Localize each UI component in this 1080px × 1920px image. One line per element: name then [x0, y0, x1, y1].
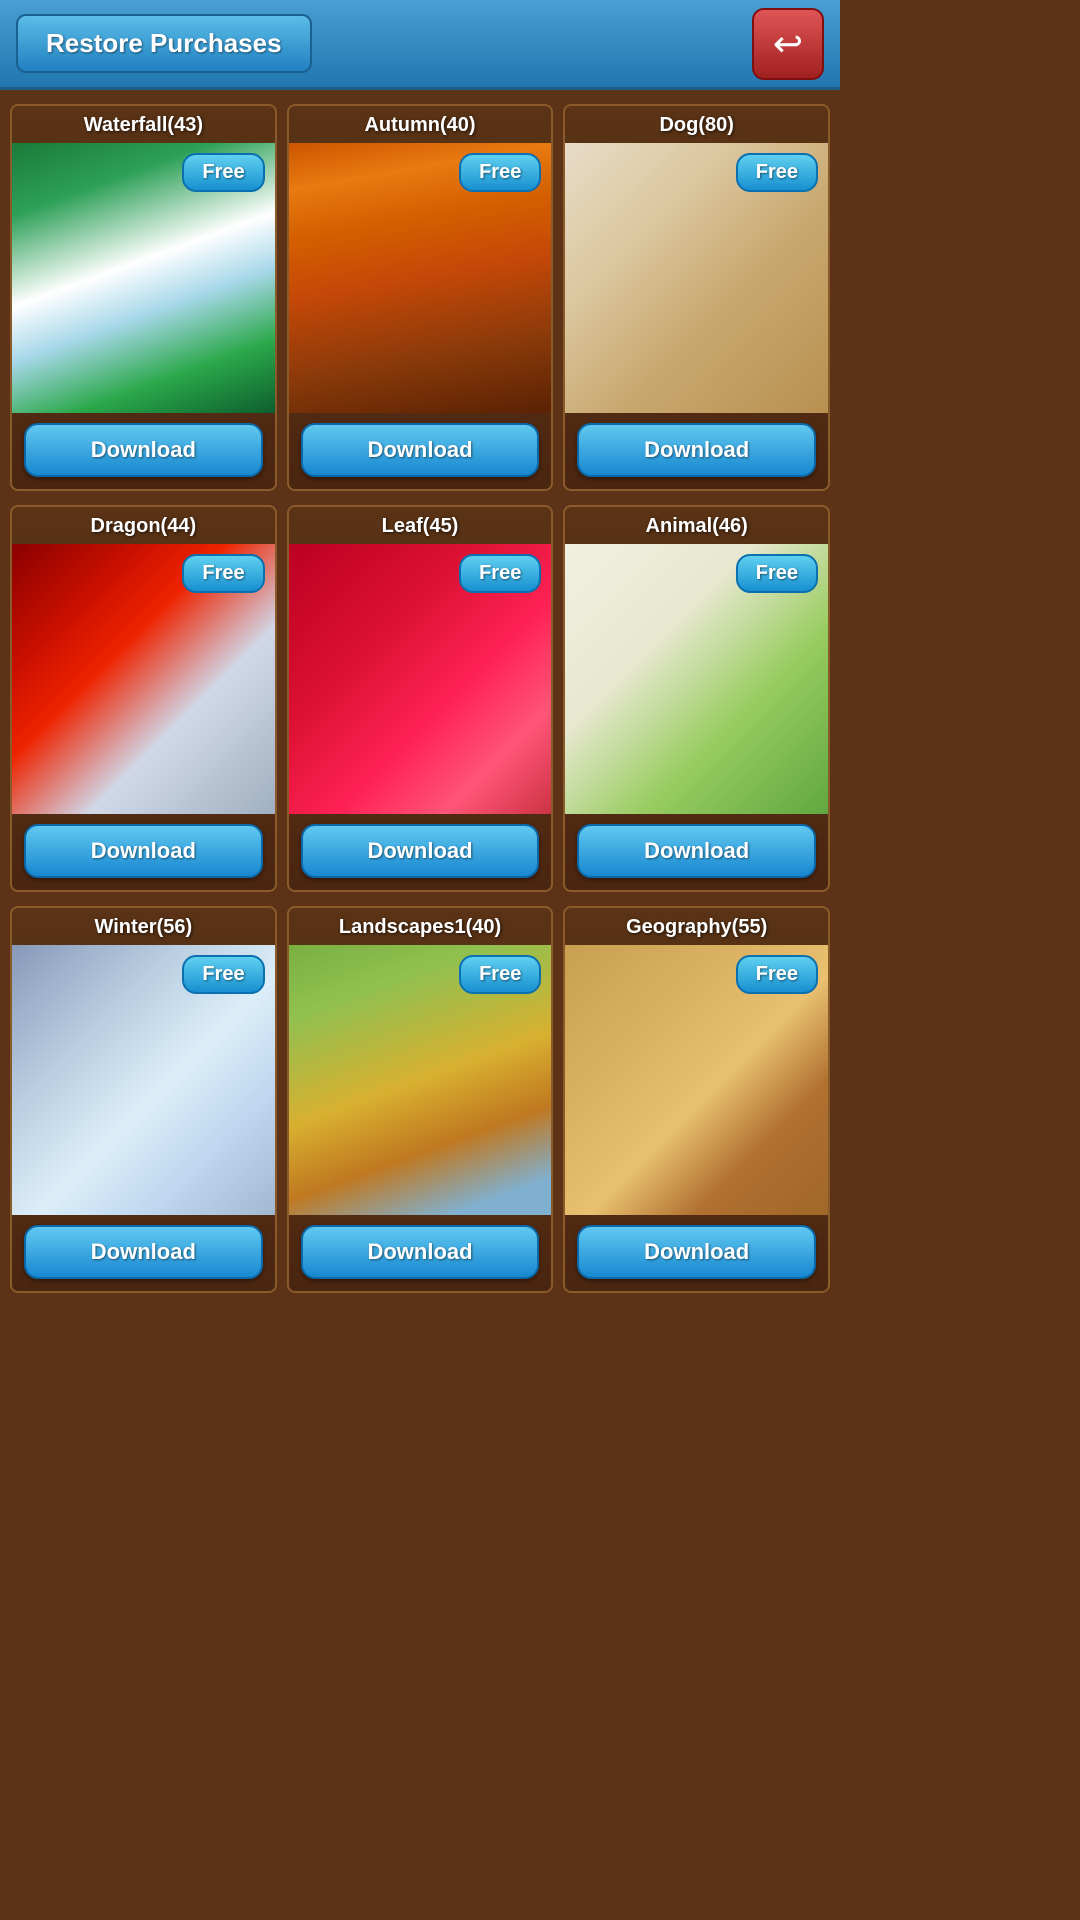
card-waterfall: Waterfall(43) Free Download	[10, 104, 277, 491]
back-icon: ↩	[773, 23, 803, 65]
free-badge-landscapes: Free	[459, 955, 541, 994]
free-badge-animal: Free	[736, 554, 818, 593]
category-grid: Waterfall(43)FreeDownloadAutumn(40)FreeD…	[0, 90, 840, 1307]
download-button-animal[interactable]: Download	[577, 824, 816, 878]
free-badge-dog: Free	[736, 153, 818, 192]
card-landscapes: Landscapes1(40) Free Download	[287, 906, 554, 1293]
grid-row-1: Dragon(44) Free Download Leaf(45) Free Downlo…	[10, 505, 830, 892]
header: Restore Purchases ↩	[0, 0, 840, 90]
download-button-geography[interactable]: Download	[577, 1225, 816, 1279]
card-dog: Dog(80) Free Download	[563, 104, 830, 491]
download-button-autumn[interactable]: Download	[301, 423, 540, 477]
free-badge-leaf: Free	[459, 554, 541, 593]
card-title-animal: Animal(46)	[565, 507, 828, 544]
free-badge-winter: Free	[182, 955, 264, 994]
grid-row-2: Winter(56) Free Download Landscapes1(40) Fre…	[10, 906, 830, 1293]
download-button-leaf[interactable]: Download	[301, 824, 540, 878]
card-image-wrapper-winter: Free	[12, 945, 275, 1215]
restore-purchases-button[interactable]: Restore Purchases	[16, 14, 312, 73]
card-title-winter: Winter(56)	[12, 908, 275, 945]
card-animal: Animal(46) Free Download	[563, 505, 830, 892]
free-badge-dragon: Free	[182, 554, 264, 593]
card-title-leaf: Leaf(45)	[289, 507, 552, 544]
free-badge-geography: Free	[736, 955, 818, 994]
card-title-geography: Geography(55)	[565, 908, 828, 945]
card-image-wrapper-waterfall: Free	[12, 143, 275, 413]
back-button[interactable]: ↩	[752, 8, 824, 80]
download-button-winter[interactable]: Download	[24, 1225, 263, 1279]
card-title-autumn: Autumn(40)	[289, 106, 552, 143]
card-title-waterfall: Waterfall(43)	[12, 106, 275, 143]
card-image-wrapper-leaf: Free	[289, 544, 552, 814]
download-button-waterfall[interactable]: Download	[24, 423, 263, 477]
card-image-wrapper-dog: Free	[565, 143, 828, 413]
download-button-landscapes[interactable]: Download	[301, 1225, 540, 1279]
card-dragon: Dragon(44) Free Download	[10, 505, 277, 892]
card-geography: Geography(55) Free Download	[563, 906, 830, 1293]
card-title-landscapes: Landscapes1(40)	[289, 908, 552, 945]
card-autumn: Autumn(40) Free Download	[287, 104, 554, 491]
download-button-dog[interactable]: Download	[577, 423, 816, 477]
card-image-wrapper-geography: Free	[565, 945, 828, 1215]
card-image-wrapper-dragon: Free	[12, 544, 275, 814]
free-badge-autumn: Free	[459, 153, 541, 192]
card-title-dragon: Dragon(44)	[12, 507, 275, 544]
download-button-dragon[interactable]: Download	[24, 824, 263, 878]
card-winter: Winter(56) Free Download	[10, 906, 277, 1293]
card-title-dog: Dog(80)	[565, 106, 828, 143]
grid-row-0: Waterfall(43)FreeDownloadAutumn(40)FreeD…	[10, 104, 830, 491]
card-leaf: Leaf(45) Free Download	[287, 505, 554, 892]
card-image-wrapper-landscapes: Free	[289, 945, 552, 1215]
card-image-wrapper-animal: Free	[565, 544, 828, 814]
card-image-wrapper-autumn: Free	[289, 143, 552, 413]
free-badge-waterfall: Free	[182, 153, 264, 192]
